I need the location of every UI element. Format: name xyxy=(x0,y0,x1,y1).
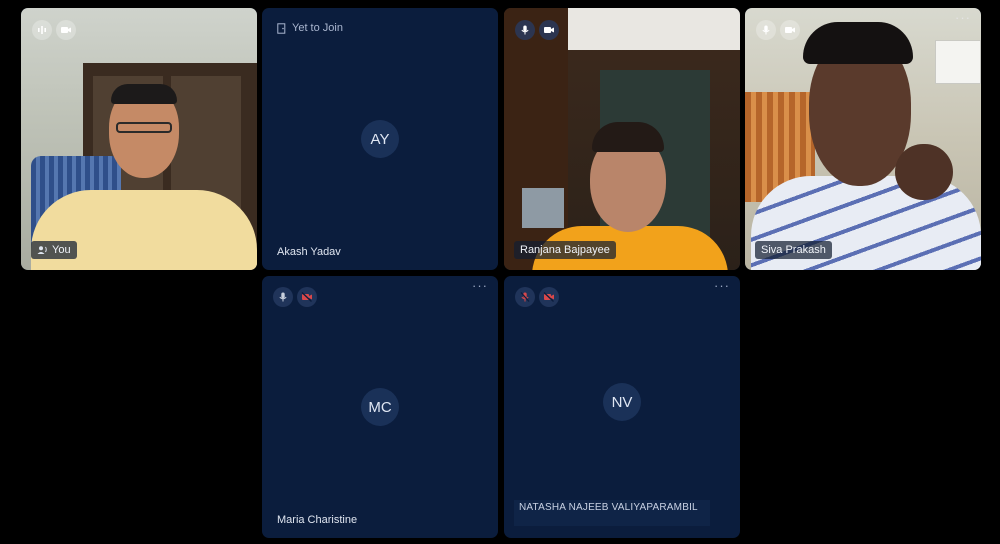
audio-level-icon[interactable] xyxy=(32,20,52,40)
microphone-muted-icon[interactable] xyxy=(273,287,293,307)
person-hair xyxy=(111,84,177,104)
more-options-icon[interactable]: ··· xyxy=(713,279,731,294)
join-status: Yet to Join xyxy=(277,22,343,34)
speaker-icon xyxy=(37,245,48,255)
status-text: Yet to Join xyxy=(292,22,343,34)
avatar: AY xyxy=(361,120,399,158)
video-feed xyxy=(504,8,740,270)
avatar: NV xyxy=(603,383,641,421)
participant-tile-siva-prakash[interactable]: ··· Siva Prakash xyxy=(745,8,981,270)
video-feed xyxy=(745,8,981,270)
person-hand xyxy=(895,144,953,200)
participant-tile-akash-yadav[interactable]: Yet to Join AY Akash Yadav xyxy=(262,8,498,270)
participant-tile-ranjana-bajpayee[interactable]: Ranjana Bajpayee xyxy=(504,8,740,270)
participant-tile-maria-charistine[interactable]: ··· MC Maria Charistine xyxy=(262,276,498,538)
participant-tile-natasha[interactable]: ··· NV NATASHA NAJEEB VALIYAPARAMBIL xyxy=(504,276,740,538)
camera-off-icon[interactable] xyxy=(297,287,317,307)
name-label: You xyxy=(31,241,77,259)
participant-name: Ranjana Bajpayee xyxy=(520,244,610,256)
camera-off-icon[interactable] xyxy=(539,287,559,307)
camera-icon[interactable] xyxy=(539,20,559,40)
participant-tile-you[interactable]: You xyxy=(21,8,257,270)
participant-name: Akash Yadav xyxy=(277,246,341,258)
microphone-icon[interactable] xyxy=(515,20,535,40)
door-icon xyxy=(277,22,286,34)
camera-icon[interactable] xyxy=(780,20,800,40)
ceiling-wall xyxy=(564,8,740,50)
video-feed xyxy=(21,8,257,270)
air-conditioner xyxy=(935,40,981,84)
person-hair xyxy=(592,122,664,152)
more-options-icon[interactable]: ··· xyxy=(471,279,489,294)
participant-name: Siva Prakash xyxy=(761,244,826,256)
microphone-off-icon[interactable] xyxy=(515,287,535,307)
glasses xyxy=(116,122,172,133)
name-label: Ranjana Bajpayee xyxy=(514,241,616,259)
participant-name: NATASHA NAJEEB VALIYAPARAMBIL xyxy=(514,500,710,526)
avatar: MC xyxy=(361,388,399,426)
name-label: Siva Prakash xyxy=(755,241,832,259)
participant-name: You xyxy=(52,244,71,256)
more-options-icon[interactable]: ··· xyxy=(954,11,972,26)
camera-icon[interactable] xyxy=(56,20,76,40)
participant-name: Maria Charistine xyxy=(277,514,358,526)
person-hair xyxy=(803,22,913,64)
window-view xyxy=(522,188,564,228)
microphone-icon[interactable] xyxy=(756,20,776,40)
